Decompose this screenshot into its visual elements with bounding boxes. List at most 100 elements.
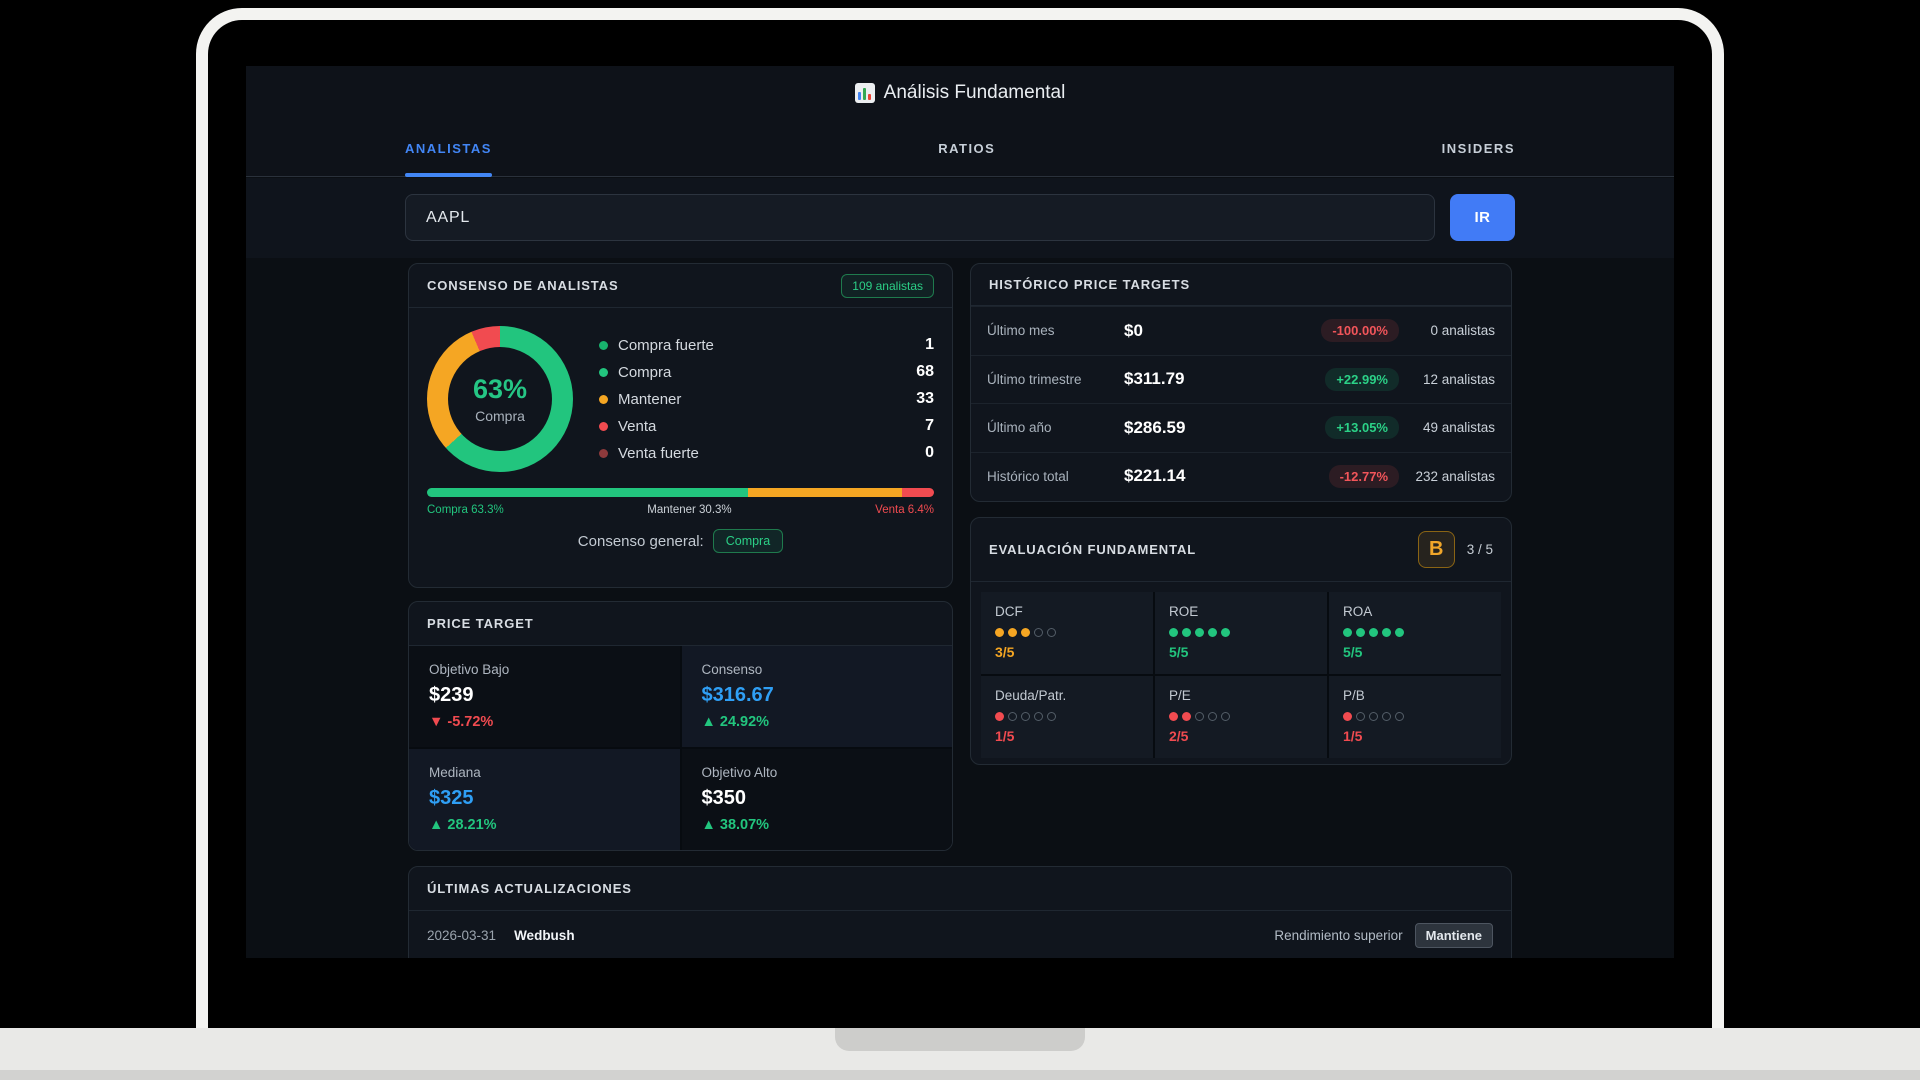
- consensus-chart-row: 63% Compra Compra fuerte 1 Compra: [427, 326, 934, 472]
- donut-label: Compra: [475, 408, 525, 424]
- price-target-header: PRICE TARGET: [409, 602, 952, 646]
- historic-header: HISTÓRICO PRICE TARGETS: [971, 264, 1511, 306]
- legend-label: Venta: [618, 418, 656, 435]
- legend-dot: [599, 341, 608, 350]
- rating-dot-empty: [1034, 712, 1043, 721]
- historic-title: HISTÓRICO PRICE TARGETS: [989, 277, 1190, 292]
- updates-header: ÚLTIMAS ACTUALIZACIONES: [409, 867, 1511, 911]
- rating-dot-empty: [1221, 712, 1230, 721]
- rating-dot-filled: [1343, 628, 1352, 637]
- pt-cell-objetivo-alto: Objetivo Alto $350 ▲ 38.07%: [682, 749, 953, 850]
- historic-label: Último mes: [987, 323, 1124, 338]
- legend-value: 1: [925, 336, 934, 354]
- historic-row: Último mes $0 -100.00% 0 analistas: [971, 306, 1511, 355]
- bar-label-mantener: Mantener 30.3%: [647, 504, 731, 516]
- legend-value: 0: [925, 444, 934, 462]
- legend-value: 68: [916, 363, 934, 381]
- metric-label: P/B: [1343, 688, 1487, 703]
- rating-dot-filled: [1021, 628, 1030, 637]
- historic-value: $311.79: [1124, 369, 1325, 389]
- metric-label: ROE: [1169, 604, 1313, 619]
- rating-dot-filled: [1395, 628, 1404, 637]
- consensus-body: 63% Compra Compra fuerte 1 Compra: [409, 308, 952, 553]
- historic-change-pill: -12.77%: [1329, 465, 1399, 488]
- pt-cell-mediana: Mediana $325 ▲ 28.21%: [409, 749, 680, 850]
- tab-insiders[interactable]: INSIDERS: [1442, 133, 1515, 177]
- price-target-title: PRICE TARGET: [427, 616, 534, 631]
- evaluation-body: DCF 3/5 ROE 5/5 ROA 5/5: [971, 582, 1511, 765]
- metric-dots: [995, 628, 1139, 637]
- rating-dot-filled: [1382, 628, 1391, 637]
- rating-dot-filled: [1169, 628, 1178, 637]
- update-analyst: Wedbush: [514, 928, 575, 943]
- evaluation-header: EVALUACIÓN FUNDAMENTAL B 3 / 5: [971, 518, 1511, 582]
- bar-segment-compra: [427, 488, 748, 497]
- evaluation-card: EVALUACIÓN FUNDAMENTAL B 3 / 5 DCF 3/5 R…: [970, 517, 1512, 765]
- rating-dot-empty: [1356, 712, 1365, 721]
- general-consensus-row: Consenso general: Compra: [427, 529, 934, 553]
- updates-title: ÚLTIMAS ACTUALIZACIONES: [427, 881, 632, 896]
- general-consensus-label: Consenso general:: [578, 533, 704, 550]
- legend-item: Compra 68: [599, 363, 934, 381]
- legend-label: Compra fuerte: [618, 337, 714, 354]
- legend-value: 7: [925, 417, 934, 435]
- pt-change: ▲ 38.07%: [702, 817, 933, 833]
- tab-ratios[interactable]: RATIOS: [938, 133, 995, 177]
- bar-chart-icon: [855, 83, 875, 103]
- rating-dot-filled: [995, 628, 1004, 637]
- donut-percentage: 63%: [473, 374, 527, 405]
- pt-change: ▼ -5.72%: [429, 714, 660, 730]
- pt-change: ▲ 24.92%: [702, 714, 933, 730]
- pt-value: $239: [429, 684, 660, 707]
- donut-center: 63% Compra: [427, 326, 573, 472]
- consensus-card-header: CONSENSO DE ANALISTAS 109 analistas: [409, 264, 952, 308]
- evaluation-grade-group: B 3 / 5: [1418, 531, 1493, 568]
- bar-label-venta: Venta 6.4%: [875, 504, 934, 516]
- metric-label: DCF: [995, 604, 1139, 619]
- metric-score: 3/5: [995, 644, 1139, 660]
- update-date: 2026-03-31: [427, 928, 496, 943]
- tab-analistas[interactable]: ANALISTAS: [405, 133, 492, 177]
- legend-label: Compra: [618, 364, 671, 381]
- legend-label: Venta fuerte: [618, 445, 699, 462]
- legend-dot: [599, 368, 608, 377]
- rating-dot-empty: [1208, 712, 1217, 721]
- pt-cell-objetivo-bajo: Objetivo Bajo $239 ▼ -5.72%: [409, 646, 680, 747]
- metric-score: 1/5: [1343, 728, 1487, 744]
- update-rating: Rendimiento superior: [1274, 928, 1402, 943]
- laptop-base-edge: [0, 1070, 1920, 1080]
- historic-row: Histórico total $221.14 -12.77% 232 anal…: [971, 452, 1511, 501]
- rating-dot-empty: [1382, 712, 1391, 721]
- bar-segment-venta: [902, 488, 934, 497]
- search-bar: IR: [246, 178, 1674, 258]
- legend-dot: [599, 395, 608, 404]
- historic-row: Último año $286.59 +13.05% 49 analistas: [971, 403, 1511, 452]
- pt-value: $316.67: [702, 684, 933, 707]
- page-title-text: Análisis Fundamental: [884, 82, 1066, 104]
- rating-dot-empty: [1047, 712, 1056, 721]
- metric-score: 1/5: [995, 728, 1139, 744]
- left-column: CONSENSO DE ANALISTAS 109 analistas 63% …: [408, 263, 953, 851]
- go-button[interactable]: IR: [1450, 194, 1515, 241]
- historic-count: 232 analistas: [1399, 469, 1495, 484]
- consensus-card: CONSENSO DE ANALISTAS 109 analistas 63% …: [408, 263, 953, 588]
- metric-dcf: DCF 3/5: [981, 592, 1153, 674]
- update-row: 2026-03-31 Wedbush Rendimiento superior …: [409, 911, 1511, 958]
- rating-dot-filled: [1195, 628, 1204, 637]
- metric-score: 2/5: [1169, 728, 1313, 744]
- legend-dot: [599, 422, 608, 431]
- metric-deuda-patr: Deuda/Patr. 1/5: [981, 676, 1153, 758]
- metric-dots: [1343, 628, 1487, 637]
- historic-change-pill: +22.99%: [1325, 368, 1399, 391]
- rating-dot-filled: [1169, 712, 1178, 721]
- rating-dot-filled: [1369, 628, 1378, 637]
- page-title: Análisis Fundamental: [246, 66, 1674, 104]
- rating-dot-filled: [995, 712, 1004, 721]
- right-column: HISTÓRICO PRICE TARGETS Último mes $0 -1…: [970, 263, 1512, 765]
- grade-badge: B: [1418, 531, 1455, 568]
- rating-dot-empty: [1034, 628, 1043, 637]
- historic-change-pill: +13.05%: [1325, 416, 1399, 439]
- ticker-input[interactable]: [405, 194, 1435, 241]
- pt-change: ▲ 28.21%: [429, 817, 660, 833]
- metric-roe: ROE 5/5: [1155, 592, 1327, 674]
